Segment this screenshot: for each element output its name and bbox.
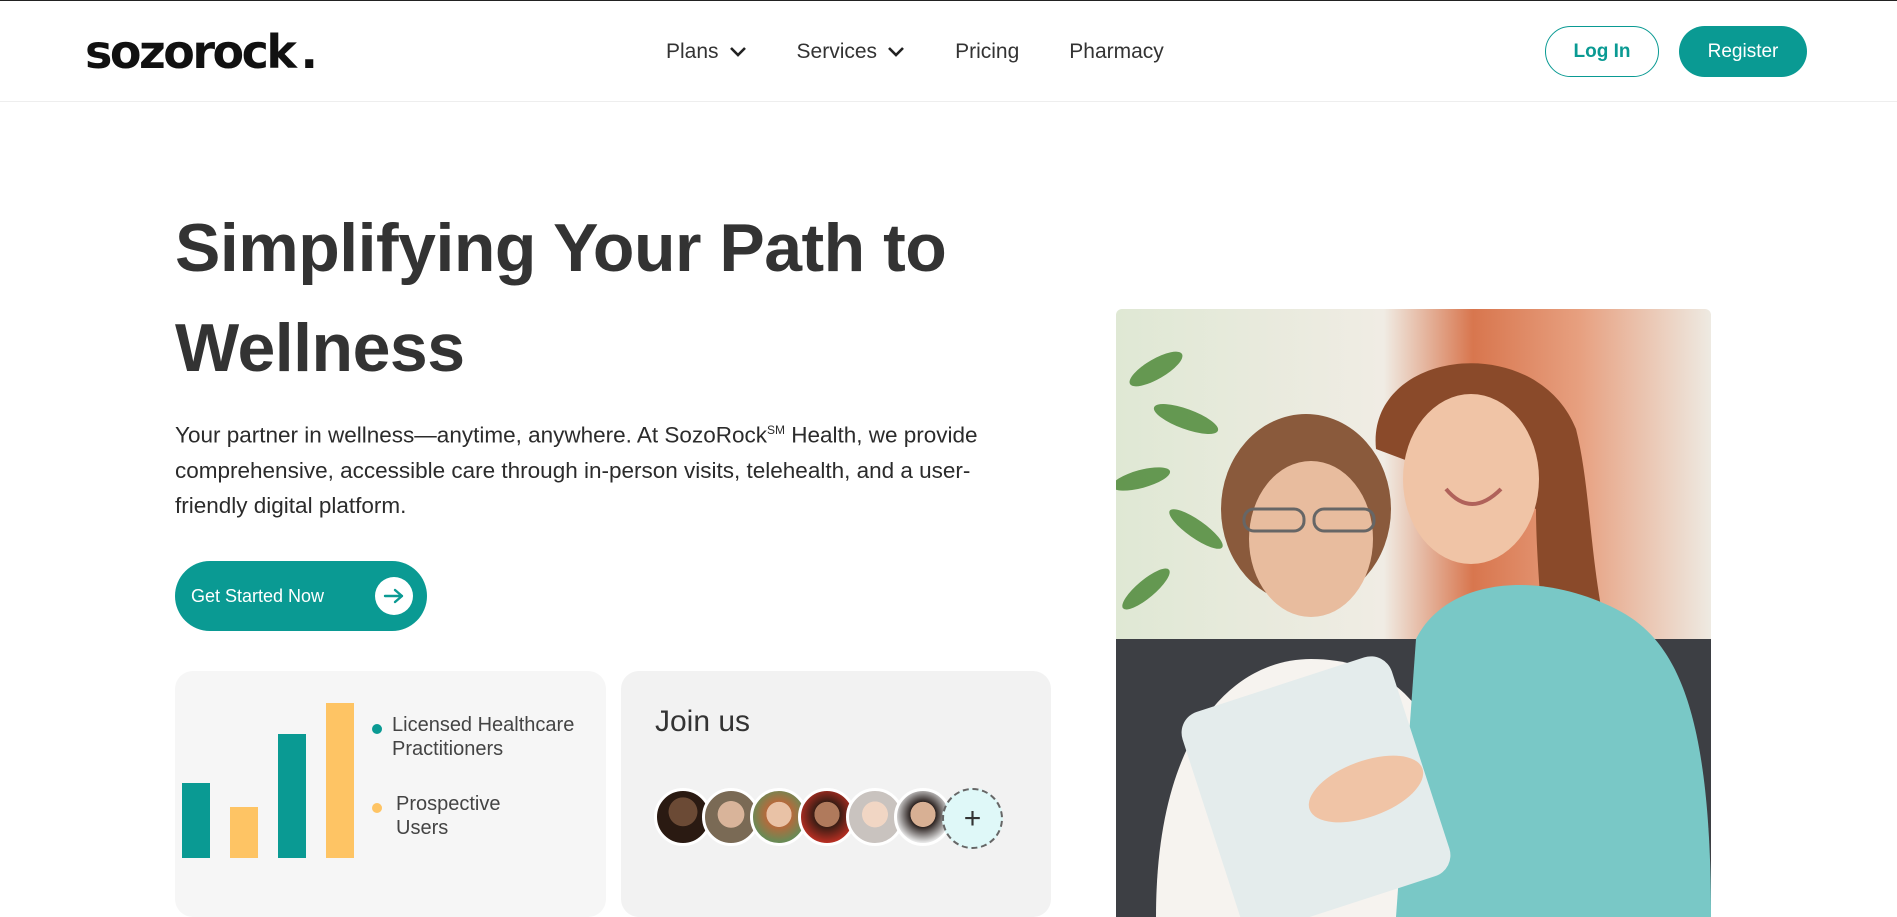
hero-title: Simplifying Your Path to Wellness <box>175 210 947 386</box>
site-header: sozorock. Plans Services Pricing Pharmac… <box>0 1 1897 102</box>
service-mark: SM <box>766 423 785 437</box>
hero-image <box>1116 309 1711 917</box>
cta-label: Get Started Now <box>191 585 325 606</box>
stats-bar <box>278 734 306 858</box>
legend-label-practitioners: Licensed Healthcare Practitioners <box>392 714 575 760</box>
arrow-right-icon <box>375 577 413 615</box>
get-started-button[interactable]: Get Started Now <box>175 561 427 631</box>
chevron-down-icon <box>888 47 904 57</box>
stats-bar <box>182 783 210 858</box>
nav-label: Services <box>796 40 878 63</box>
stats-bar <box>230 807 258 858</box>
logo[interactable]: sozorock. <box>85 25 318 79</box>
chevron-down-icon <box>729 47 746 57</box>
nav-label: Plans <box>666 40 719 63</box>
nav-label: Pricing <box>955 40 1020 63</box>
nav-item-pharmacy[interactable]: Pharmacy <box>1069 37 1164 67</box>
nav-item-services[interactable]: Services <box>797 37 906 67</box>
hero-desc-text: Your partner in wellness—anytime, anywhe… <box>175 422 767 448</box>
add-member-button[interactable]: + <box>942 788 1003 849</box>
stats-card: Licensed Healthcare Practitioners Prospe… <box>175 671 606 917</box>
legend-dot-teal <box>372 724 382 734</box>
login-button[interactable]: Log In <box>1545 26 1659 77</box>
logo-dot: . <box>300 25 318 79</box>
join-title: Join us <box>655 705 751 738</box>
register-button[interactable]: Register <box>1679 26 1807 77</box>
hero-description: Your partner in wellness—anytime, anywhe… <box>175 413 1005 523</box>
hero-photo-illustration <box>1116 309 1711 917</box>
nav-item-plans[interactable]: Plans <box>666 37 747 67</box>
nav-item-pricing[interactable]: Pricing <box>955 37 1019 67</box>
nav-label: Pharmacy <box>1069 40 1164 63</box>
main-nav: Plans Services Pricing Pharmacy <box>666 37 1214 67</box>
legend-dot-yellow <box>372 803 382 813</box>
logo-text: sozorock <box>85 25 297 79</box>
legend-label-users: Prospective Users <box>396 793 501 839</box>
join-card: Join us + <box>621 671 1051 917</box>
stats-bar <box>326 703 354 858</box>
